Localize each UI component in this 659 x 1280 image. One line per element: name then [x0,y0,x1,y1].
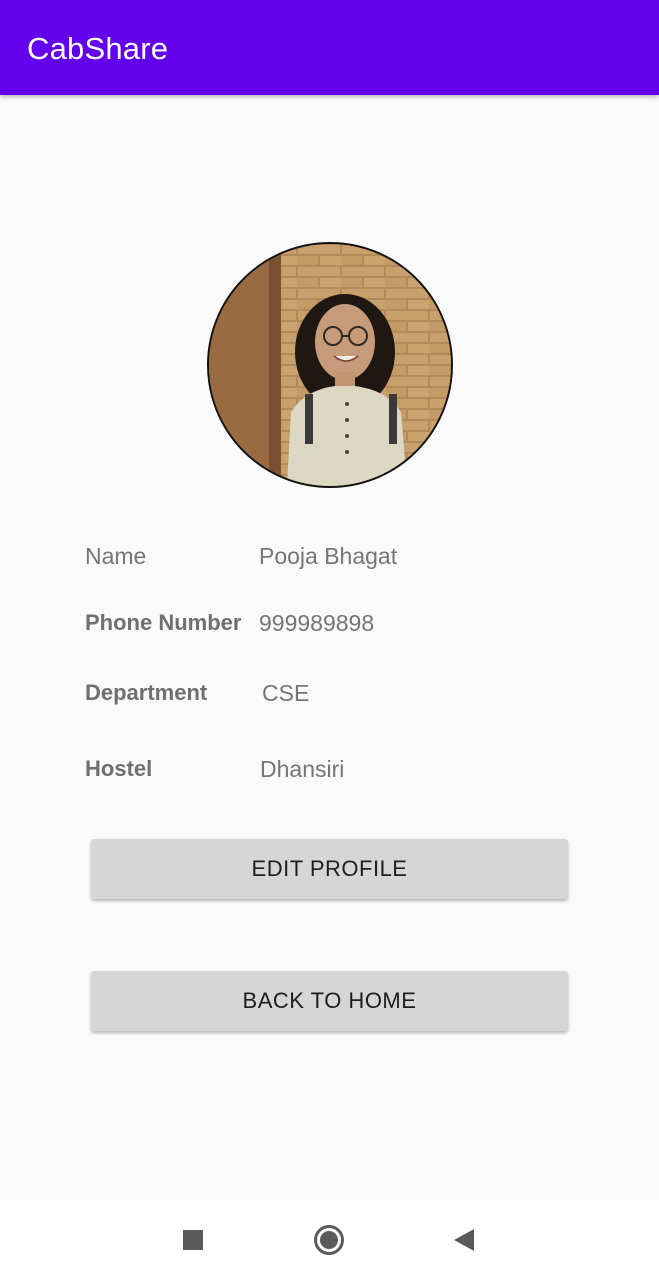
phone-number-label: Phone Number [85,610,242,635]
triangle-back-icon [454,1229,474,1251]
department-value: CSE [262,680,310,706]
phone-number-value: 999989898 [259,610,375,636]
profile-avatar [207,242,453,488]
back-to-home-button[interactable]: BACK TO HOME [91,971,568,1031]
circle-icon [314,1225,344,1255]
profile-photo-icon [209,244,451,486]
department-label: Department [85,680,208,705]
square-icon [183,1230,203,1250]
name-label: Name [85,543,147,569]
edit-profile-button[interactable]: EDIT PROFILE [91,839,568,899]
back-button[interactable] [434,1200,494,1280]
recents-button[interactable] [163,1200,223,1280]
app-bar: CabShare [0,0,659,95]
app-title: CabShare [27,31,169,66]
system-navigation-bar [0,1200,659,1280]
name-value: Pooja Bhagat [259,543,398,569]
hostel-value: Dhansiri [260,756,345,782]
home-button[interactable] [299,1200,359,1280]
hostel-label: Hostel [85,756,153,781]
